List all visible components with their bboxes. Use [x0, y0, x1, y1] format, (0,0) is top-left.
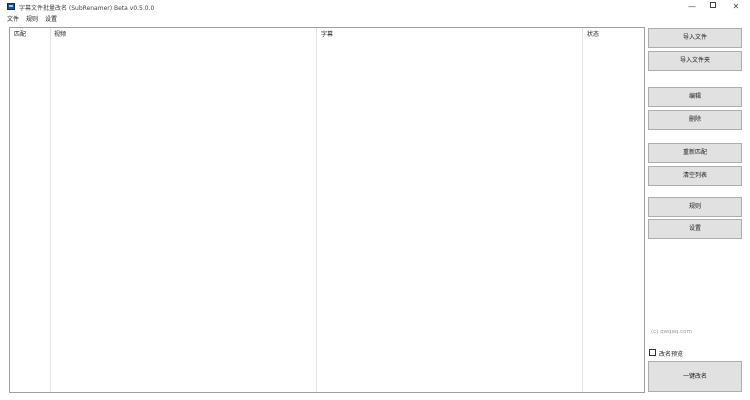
title-bar: 字幕文件批量改名 (SubRenamer) Beta v0.5.0.0 — ✕	[0, 0, 750, 13]
maximize-button[interactable]	[705, 1, 721, 12]
menu-settings[interactable]: 设置	[45, 14, 57, 23]
close-button[interactable]: ✕	[728, 1, 744, 12]
grid-header: 匹配 视频 字幕 状态	[10, 28, 644, 38]
minimize-icon: —	[688, 2, 696, 11]
maximize-icon	[710, 2, 716, 8]
delete-button[interactable]: 删除	[648, 110, 742, 130]
column-header-match[interactable]: 匹配	[14, 29, 26, 38]
column-divider	[50, 28, 51, 392]
column-header-video[interactable]: 视频	[54, 29, 66, 38]
minimize-button[interactable]: —	[684, 1, 700, 12]
menu-bar: 文件 规则 设置	[0, 13, 750, 23]
import-files-button[interactable]: 导入文件	[648, 28, 742, 48]
column-header-status[interactable]: 状态	[587, 29, 599, 38]
clear-list-button[interactable]: 清空列表	[648, 166, 742, 186]
copyright-text: (c) qwqaq.com	[651, 329, 692, 335]
menu-file[interactable]: 文件	[7, 14, 19, 23]
window-bottom-edge	[0, 394, 750, 400]
column-divider	[582, 28, 583, 392]
settings-button[interactable]: 设置	[648, 219, 742, 239]
column-divider	[316, 28, 317, 392]
preview-label: 改名预览	[659, 351, 684, 358]
menu-rules[interactable]: 规则	[26, 14, 38, 23]
file-list-grid[interactable]: 匹配 视频 字幕 状态	[9, 27, 645, 393]
rules-button[interactable]: 规则	[648, 197, 742, 217]
column-header-subtitle[interactable]: 字幕	[321, 29, 333, 38]
app-icon	[7, 3, 15, 10]
import-folder-button[interactable]: 导入文件夹	[648, 51, 742, 71]
preview-checkbox[interactable]	[649, 349, 656, 356]
window-title: 字幕文件批量改名 (SubRenamer) Beta v0.5.0.0	[19, 5, 155, 12]
close-icon: ✕	[732, 2, 740, 11]
edit-button[interactable]: 编辑	[648, 87, 742, 107]
rematch-button[interactable]: 重新匹配	[648, 143, 742, 163]
rename-all-button[interactable]: 一键改名	[648, 361, 742, 392]
